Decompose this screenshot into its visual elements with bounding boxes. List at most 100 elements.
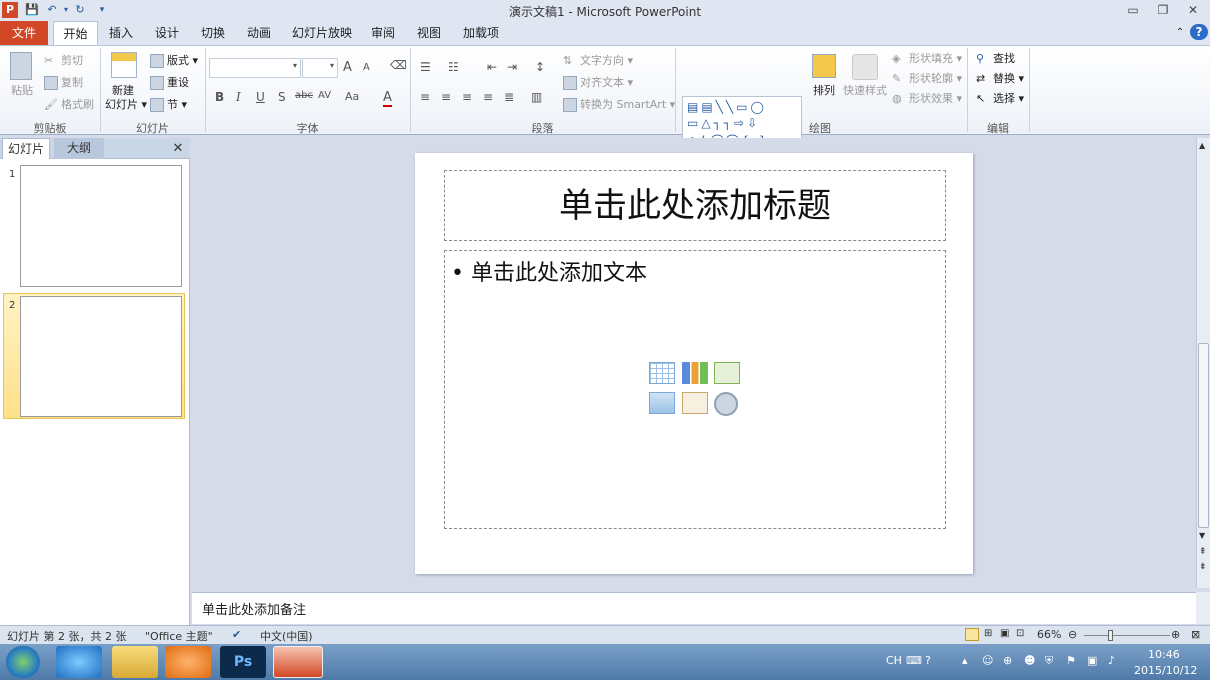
flag-icon[interactable]: ⚑ [1066, 654, 1076, 667]
collapse-ribbon-icon[interactable]: ⌃ [1172, 21, 1188, 45]
distributed-icon[interactable]: ≣ [504, 90, 514, 104]
zoom-slider[interactable] [1084, 635, 1170, 636]
format-painter-button[interactable]: 🖌 格式刷 [44, 98, 94, 112]
insert-chart-icon[interactable] [682, 362, 708, 384]
tab-view[interactable]: 视图 [408, 21, 450, 45]
paste-button[interactable]: 粘贴 [11, 84, 33, 98]
font-name-combo[interactable]: ▾ [209, 58, 301, 78]
insert-picture-icon[interactable] [649, 392, 675, 414]
replace-button[interactable]: ⇄ 替换 ▾ [976, 72, 1024, 86]
italic-button[interactable]: I [236, 90, 241, 104]
tab-insert[interactable]: 插入 [100, 21, 142, 45]
tab-file[interactable]: 文件 [0, 21, 48, 45]
internet-explorer-icon[interactable] [56, 646, 102, 678]
shrink-font-button[interactable]: A [363, 62, 370, 73]
fit-to-window-icon[interactable]: ⊠ [1191, 628, 1200, 641]
cut-button[interactable]: ✂ 剪切 [44, 54, 83, 68]
spell-check-icon[interactable]: ✔ [232, 628, 241, 641]
line-spacing-icon[interactable]: ↕ [535, 60, 545, 74]
file-explorer-icon[interactable] [112, 646, 158, 678]
tab-transitions[interactable]: 切换 [192, 21, 234, 45]
shape-fill-button[interactable]: ◈ 形状填充 ▾ [892, 52, 962, 66]
close-button[interactable]: ✕ [1178, 0, 1208, 20]
zoom-in-icon[interactable]: ⊕ [1171, 628, 1180, 641]
shield-icon[interactable]: ⛨ [1045, 654, 1053, 668]
layout-button[interactable]: 版式 ▾ [150, 54, 198, 68]
strikethrough-button[interactable]: abc [295, 90, 313, 101]
quick-styles-icon[interactable] [852, 54, 878, 80]
vertical-scrollbar[interactable]: ▲ ▼ ⇞ ⇟ [1196, 138, 1210, 588]
tab-slideshow[interactable]: 幻灯片放映 [286, 21, 358, 45]
keyboard-icon[interactable]: ⌨ [906, 654, 922, 667]
numbering-icon[interactable]: ☷ [448, 60, 459, 74]
volume-icon[interactable]: ♪ [1108, 654, 1115, 667]
text-direction-button[interactable]: ⇅ 文字方向 ▾ [563, 54, 633, 68]
columns-icon[interactable]: ▥ [531, 90, 542, 104]
copy-button[interactable]: 复制 [44, 76, 83, 90]
start-button[interactable] [6, 646, 40, 678]
qq-icon[interactable]: ☺ [982, 654, 993, 667]
tab-slides-pane[interactable]: 幻灯片 [2, 138, 50, 159]
scroll-thumb[interactable] [1198, 343, 1209, 528]
previous-slide-icon[interactable]: ⇞ [1199, 547, 1207, 557]
select-button[interactable]: ↖ 选择 ▾ [976, 92, 1024, 106]
scroll-down-icon[interactable]: ▼ [1199, 531, 1205, 540]
find-button[interactable]: ⚲ 查找 [976, 52, 1015, 66]
font-color-button[interactable]: A [383, 90, 392, 107]
new-slide-label[interactable]: 新建 [112, 84, 134, 98]
align-right-icon[interactable]: ≡ [462, 90, 472, 104]
zoom-out-icon[interactable]: ⊖ [1068, 628, 1077, 641]
notes-placeholder[interactable]: 单击此处添加备注 [202, 599, 306, 618]
penguin-icon[interactable]: ☻ [1024, 654, 1035, 667]
slide-thumbnail-selected[interactable] [20, 296, 182, 417]
close-pane-icon[interactable]: ✕ [168, 138, 188, 159]
plus-icon[interactable]: ⊕ [1003, 654, 1012, 667]
shape-outline-button[interactable]: ✎ 形状轮廓 ▾ [892, 72, 962, 86]
decrease-indent-icon[interactable]: ⇤ [487, 60, 497, 74]
grow-font-button[interactable]: A [343, 60, 352, 75]
increase-indent-icon[interactable]: ⇥ [507, 60, 517, 74]
help-tray-icon[interactable]: ? [925, 654, 931, 667]
clock-time[interactable]: 10:46 [1148, 648, 1180, 661]
language[interactable]: 中文(中国) [260, 628, 313, 644]
normal-view-icon[interactable] [965, 628, 979, 641]
tab-outline-pane[interactable]: 大纲 [54, 138, 104, 159]
quick-styles-button[interactable]: 快速样式 [843, 84, 887, 98]
arrange-button[interactable]: 排列 [813, 84, 835, 98]
notes-scrollbar[interactable] [1196, 592, 1210, 624]
new-slide-dropdown[interactable]: 幻灯片 ▾ [105, 98, 147, 112]
char-spacing-button[interactable]: AV [318, 90, 331, 101]
clear-format-icon[interactable]: ⌫ [390, 58, 407, 72]
shadow-button[interactable]: S [278, 90, 286, 104]
bold-button[interactable]: B [215, 90, 224, 104]
show-hidden-icons[interactable]: ▴ [962, 654, 968, 667]
ime-indicator[interactable]: CH [886, 654, 902, 667]
title-placeholder[interactable]: 单击此处添加标题 [444, 170, 946, 241]
tab-home[interactable]: 开始 [53, 21, 98, 45]
network-icon[interactable]: ▣ [1087, 654, 1097, 667]
tab-review[interactable]: 审阅 [362, 21, 404, 45]
zoom-level[interactable]: 66% [1037, 628, 1061, 641]
section-button[interactable]: 节 ▾ [150, 98, 187, 112]
insert-smartart-icon[interactable] [714, 362, 740, 384]
align-left-icon[interactable]: ≡ [420, 90, 430, 104]
slide-sorter-icon[interactable]: ⊞ [984, 628, 992, 639]
tab-design[interactable]: 设计 [146, 21, 188, 45]
content-placeholder[interactable]: • 单击此处添加文本 [444, 250, 946, 529]
minimize-button[interactable]: ▭ [1118, 0, 1148, 20]
reset-button[interactable]: 重设 [150, 76, 189, 90]
insert-table-icon[interactable] [649, 362, 675, 384]
shape-effects-button[interactable]: ◍ 形状效果 ▾ [892, 92, 962, 106]
powerpoint-taskbar-icon[interactable] [273, 646, 323, 678]
align-center-icon[interactable]: ≡ [441, 90, 451, 104]
bullets-icon[interactable]: ☰ [420, 60, 431, 74]
reading-view-icon[interactable]: ▣ [1000, 628, 1009, 639]
next-slide-icon[interactable]: ⇟ [1199, 562, 1207, 572]
tab-addins[interactable]: 加载项 [456, 21, 506, 45]
smartart-button[interactable]: 转换为 SmartArt ▾ [563, 98, 675, 112]
new-slide-icon[interactable] [111, 52, 137, 78]
restore-button[interactable]: ❐ [1148, 0, 1178, 20]
clock-date[interactable]: 2015/10/12 [1134, 664, 1197, 677]
tab-animations[interactable]: 动画 [238, 21, 280, 45]
change-case-button[interactable]: Aa [345, 90, 359, 103]
